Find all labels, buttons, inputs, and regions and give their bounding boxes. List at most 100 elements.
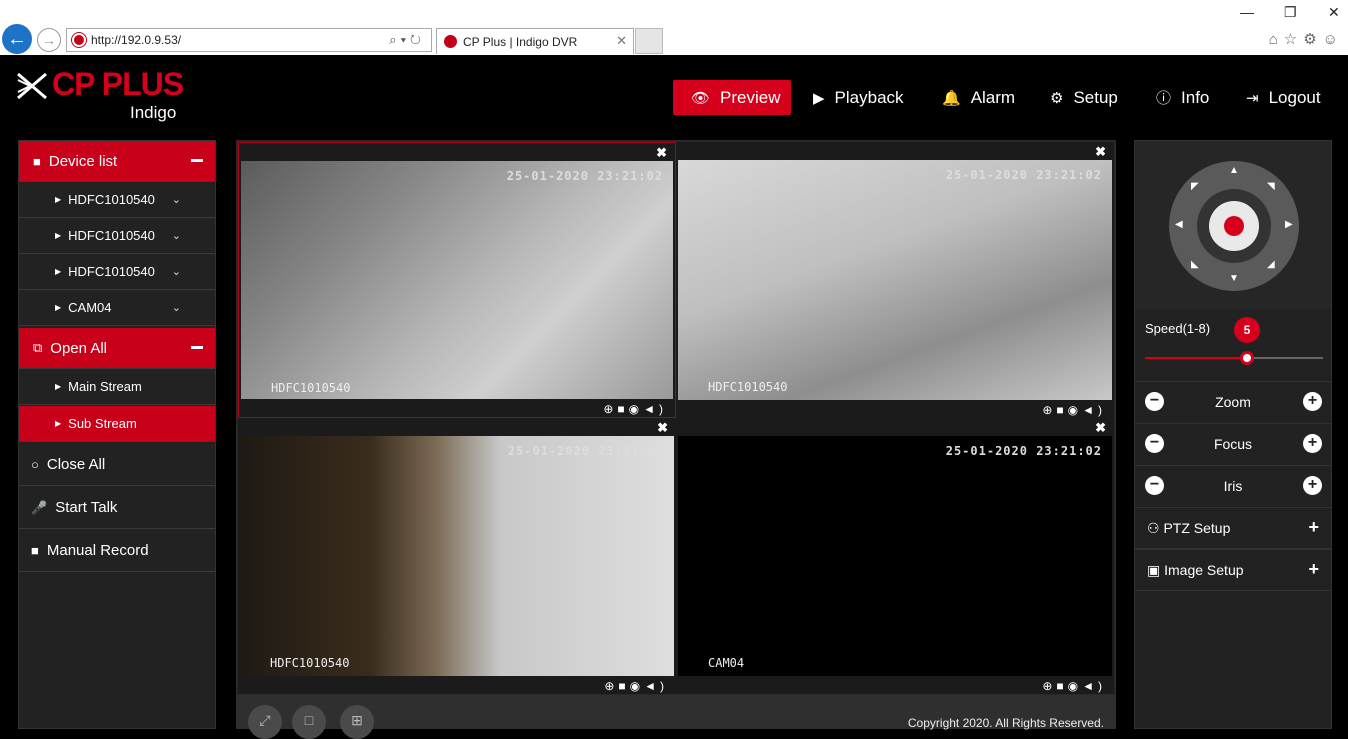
collapse-icon[interactable] <box>191 346 203 349</box>
address-url[interactable]: http://192.0.9.53/ <box>91 33 181 47</box>
expand-plus-icon[interactable]: + <box>1308 517 1319 538</box>
forward-button[interactable]: → <box>37 28 61 52</box>
close-video-icon[interactable]: ✖ <box>656 145 667 161</box>
close-all-item[interactable]: ○ Close All <box>19 444 215 486</box>
tab-close-icon[interactable]: ✕ <box>616 33 627 49</box>
nav-logout[interactable]: ⇥ Logout <box>1246 80 1321 115</box>
zoom-record-snapshot-audio-icon[interactable]: ⊕■◉◄) <box>604 679 668 693</box>
pan-down-right-icon[interactable]: ◢ <box>1267 259 1275 270</box>
pan-up-right-icon[interactable]: ◥ <box>1267 181 1275 192</box>
close-video-icon[interactable]: ✖ <box>657 420 668 436</box>
nav-playback[interactable]: ▶ Playback <box>813 80 904 115</box>
iris-open-button[interactable]: + <box>1303 476 1322 495</box>
zoom-record-snapshot-audio-icon[interactable]: ⊕■◉◄) <box>1042 679 1106 693</box>
zoom-record-snapshot-audio-icon[interactable]: ⊕■◉◄) <box>603 402 667 416</box>
home-star-gear-icon[interactable]: ⌂☆⚙☺ <box>1269 30 1344 48</box>
device-list-header[interactable]: ■ Device list <box>19 141 215 182</box>
nav-alarm[interactable]: 🔔 Alarm <box>942 80 1015 115</box>
image-icon: ▣ <box>1147 562 1165 578</box>
nav-alarm-label: Alarm <box>970 87 1016 107</box>
close-window-button[interactable]: ✕ <box>1328 4 1340 21</box>
video-window[interactable]: ✖ 25-01-2020 23:21:02 HDFC1010540 ⊕■◉◄) <box>676 142 1114 418</box>
focus-control: − Focus + <box>1135 423 1331 465</box>
video-feed[interactable]: 25-01-2020 23:21:02 HDFC1010540 <box>241 161 673 401</box>
circle-icon: ○ <box>31 457 39 472</box>
iris-label: Iris <box>1223 478 1243 494</box>
device-item[interactable]: ▶ CAM04 ⌄ <box>19 290 215 326</box>
pan-down-icon[interactable]: ▼ <box>1229 273 1239 284</box>
site-favicon-icon <box>72 33 86 47</box>
device-name: HDFC1010540 <box>68 228 155 243</box>
device-item[interactable]: ▶ HDFC1010540 ⌄ <box>19 254 215 290</box>
ptz-direction-dial[interactable]: ▲ ▼ ◀ ▶ ◤ ◥ ◣ ◢ <box>1169 161 1299 291</box>
ptz-auto-button[interactable] <box>1224 216 1244 236</box>
chevron-down-icon[interactable]: ⌄ <box>172 265 181 278</box>
expand-arrow-icon: ▶ <box>55 195 62 204</box>
pan-right-icon[interactable]: ▶ <box>1285 219 1293 230</box>
quad-layout-icon[interactable]: ⊞ <box>340 705 374 739</box>
device-item[interactable]: ▶ HDFC1010540 ⌄ <box>19 218 215 254</box>
video-feed[interactable]: 25-01-2020 23:21:02 CAM04 <box>678 436 1112 676</box>
video-camera-name: CAM04 <box>708 656 745 670</box>
focus-in-button[interactable]: + <box>1303 434 1322 453</box>
single-layout-icon[interactable]: □ <box>292 705 326 739</box>
grid-toolbar: ⤢ □ ⊞ Copyright 2020. All Rights Reserve… <box>236 695 1116 739</box>
sub-stream-label: Sub Stream <box>68 416 137 431</box>
chevron-down-icon[interactable]: ⌄ <box>172 229 181 242</box>
video-camera-name: HDFC1010540 <box>270 656 350 670</box>
close-video-icon[interactable]: ✖ <box>1095 420 1106 436</box>
eye-icon: 👁 <box>691 89 711 107</box>
zoom-control: − Zoom + <box>1135 381 1331 423</box>
sub-stream-item[interactable]: ▶ Sub Stream <box>19 406 215 442</box>
nav-setup[interactable]: ⚙ Setup <box>1050 80 1118 115</box>
chevron-down-icon[interactable]: ⌄ <box>172 301 181 314</box>
pan-up-left-icon[interactable]: ◤ <box>1191 181 1199 192</box>
video-grid: ✖ 25-01-2020 23:21:02 HDFC1010540 ⊕■◉◄) … <box>236 140 1116 729</box>
back-button[interactable]: ← <box>2 24 32 54</box>
copyright-text: Copyright 2020. All Rights Reserved. <box>907 716 1104 730</box>
cp-plus-logo-icon <box>17 72 47 100</box>
restore-button[interactable]: ❐ <box>1284 4 1297 21</box>
expand-plus-icon[interactable]: + <box>1308 559 1319 580</box>
video-window[interactable]: ✖ 25-01-2020 23:21:02 CAM04 ⊕■◉◄) <box>676 418 1114 694</box>
close-video-icon[interactable]: ✖ <box>1095 144 1106 160</box>
play-icon: ▶ <box>813 89 825 107</box>
zoom-in-button[interactable]: + <box>1303 392 1322 411</box>
speed-slider-handle[interactable] <box>1240 351 1254 365</box>
speed-value-badge: 5 <box>1234 317 1260 343</box>
minimize-button[interactable]: — <box>1240 4 1254 20</box>
video-timestamp: 25-01-2020 23:21:02 <box>507 444 664 458</box>
zoom-record-snapshot-audio-icon[interactable]: ⊕■◉◄) <box>1042 403 1106 417</box>
video-window[interactable]: ✖ 25-01-2020 23:21:02 HDFC1010540 ⊕■◉◄) <box>238 142 676 418</box>
video-feed[interactable]: 25-01-2020 23:21:02 HDFC1010540 <box>240 436 674 676</box>
fullscreen-icon[interactable]: ⤢ <box>248 705 282 739</box>
image-setup-section[interactable]: ▣ Image Setup + <box>1135 549 1331 591</box>
ptz-setup-section[interactable]: ⚇ PTZ Setup + <box>1135 507 1331 549</box>
main-stream-item[interactable]: ▶ Main Stream <box>19 369 215 405</box>
collapse-icon[interactable] <box>191 159 203 162</box>
device-name: HDFC1010540 <box>68 192 155 207</box>
expand-arrow-icon: ▶ <box>55 267 62 276</box>
open-all-header[interactable]: ⧉ Open All <box>19 328 215 369</box>
nav-info[interactable]: ⓘ Info <box>1156 80 1209 115</box>
ptz-setup-label: PTZ Setup <box>1163 520 1231 536</box>
browser-tab[interactable]: CP Plus | Indigo DVR ✕ <box>436 28 634 54</box>
start-talk-item[interactable]: 🎤 Start Talk <box>19 487 215 529</box>
device-item[interactable]: ▶ HDFC1010540 ⌄ <box>19 182 215 218</box>
pan-down-left-icon[interactable]: ◣ <box>1191 259 1199 270</box>
pan-up-icon[interactable]: ▲ <box>1229 165 1239 176</box>
pan-left-icon[interactable]: ◀ <box>1175 219 1183 230</box>
search-refresh-icon[interactable]: ⌕▾↻ <box>389 32 425 48</box>
nav-preview[interactable]: 👁 Preview <box>673 80 791 115</box>
manual-record-item[interactable]: ■ Manual Record <box>19 530 215 572</box>
new-tab-button[interactable] <box>635 28 663 54</box>
video-feed[interactable]: 25-01-2020 23:21:02 HDFC1010540 <box>678 160 1112 400</box>
speed-slider[interactable]: 5 <box>1145 317 1323 365</box>
nav-info-label: Info <box>1181 87 1210 107</box>
manual-record-label: Manual Record <box>46 542 149 559</box>
chevron-down-icon[interactable]: ⌄ <box>172 193 181 206</box>
address-bar[interactable]: http://192.0.9.53/ ⌕▾↻ <box>66 28 432 52</box>
open-all-label: Open All <box>50 339 108 357</box>
nav-setup-label: Setup <box>1073 87 1118 107</box>
video-window[interactable]: ✖ 25-01-2020 23:21:02 HDFC1010540 ⊕■◉◄) <box>238 418 676 694</box>
